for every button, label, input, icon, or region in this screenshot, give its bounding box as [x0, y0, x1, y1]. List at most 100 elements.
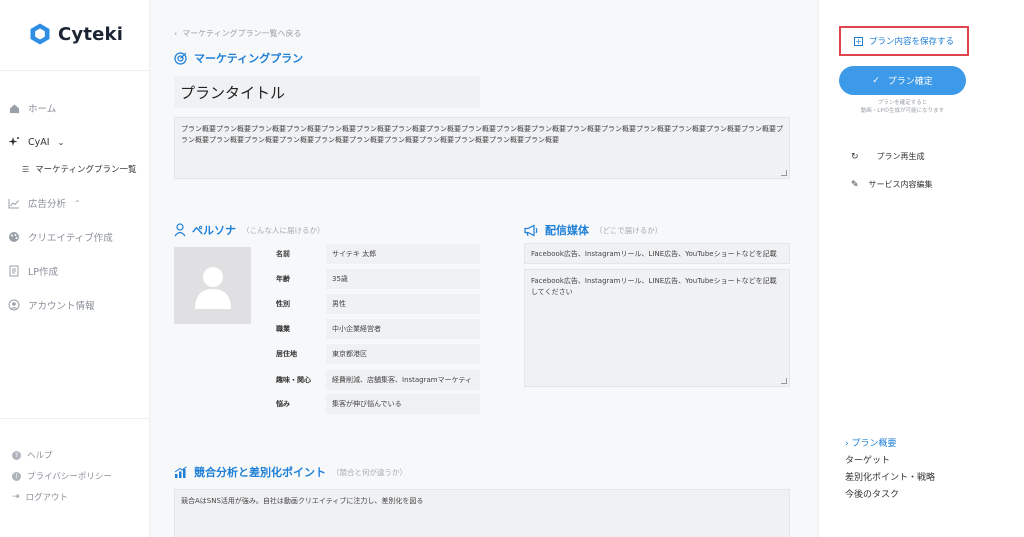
toc-item-target[interactable]: ターゲット — [845, 453, 961, 470]
competition-textarea[interactable]: 競合AはSNS活用が強み。自社は動画クリエイティブに注力し、差別化を図る — [174, 489, 790, 537]
divider — [0, 418, 150, 419]
persona-label: 悩み — [276, 400, 290, 408]
persona-row: 居住地 東京都港区 — [274, 344, 480, 364]
nav-cyai-label: CyAI — [28, 136, 50, 148]
nav-creative-label: クリエイティブ作成 — [28, 233, 113, 244]
edit-service-button[interactable]: ✎ サービス内容編集 — [851, 179, 933, 190]
save-plan-label: プラン内容を保存する — [868, 37, 954, 47]
brand-logo[interactable]: Cyteki — [28, 22, 123, 46]
competition-title: 競合分析と差別化ポイント — [194, 466, 326, 479]
toc-item-differentiation[interactable]: 差別化ポイント・戦略 — [845, 470, 961, 487]
persona-gender-field[interactable]: 男性 — [326, 294, 480, 314]
toc-item-plan-summary[interactable]: › プラン概要 — [845, 436, 961, 453]
nav-cyai[interactable]: CyAI ⌄ — [8, 136, 64, 148]
persona-row: 職業 中小企業経営者 — [274, 319, 480, 339]
media-heading: 配信媒体 （どこで届けるか） — [524, 222, 662, 238]
footer-help-label: ヘルプ — [27, 451, 53, 461]
person-icon — [174, 223, 186, 237]
plan-summary-textarea[interactable]: プラン概要プラン概要プラン概要プラン概要プラン概要プラン概要プラン概要プラン概要… — [174, 117, 790, 179]
footer-help[interactable]: ? ヘルプ — [12, 449, 53, 461]
media-subtitle: （どこで届けるか） — [595, 225, 663, 235]
media-textarea-text: Facebook広告、Instagramリール、LINE広告、YouTubeショ… — [531, 277, 777, 296]
nav-ad-analysis-label: 広告分析 — [28, 199, 67, 210]
competition-subtitle: （競合と何が違うか） — [332, 467, 407, 477]
toc-item-future-tasks[interactable]: 今後のタスク — [845, 487, 961, 504]
nav-creative[interactable]: クリエイティブ作成 — [8, 230, 113, 244]
user-icon — [8, 299, 20, 311]
media-title: 配信媒体 — [545, 224, 589, 237]
avatar-placeholder-icon — [194, 266, 231, 309]
plan-summary-text: プラン概要プラン概要プラン概要プラン概要プラン概要プラン概要プラン概要プラン概要… — [181, 125, 783, 144]
marketing-plan-title: マーケティングプラン — [194, 52, 304, 65]
persona-label: 趣味・関心 — [276, 376, 311, 384]
document-icon — [8, 265, 20, 277]
persona-title: ペルソナ — [192, 224, 236, 237]
list-icon: ☰ — [22, 164, 30, 174]
competition-text: 競合AはSNS活用が強み。自社は動画クリエイティブに注力し、差別化を図る — [181, 497, 424, 505]
divider — [0, 70, 150, 71]
back-link[interactable]: ‹ マーケティングプラン一覧へ戻る — [174, 28, 302, 39]
chevron-up-icon: ⌃ — [74, 198, 81, 208]
confirm-plan-button[interactable]: ✓ プラン確定 — [839, 66, 966, 95]
save-plus-icon: + — [853, 36, 863, 46]
media-input[interactable]: Facebook広告、Instagramリール、LINE広告、YouTubeショ… — [524, 243, 790, 264]
nav-home-label: ホーム — [28, 104, 57, 115]
back-link-label: マーケティングプラン一覧へ戻る — [182, 29, 302, 38]
main-content: ‹ マーケティングプラン一覧へ戻る マーケティングプラン プランタイトル プラン… — [150, 0, 818, 537]
logo-mark-icon — [30, 23, 50, 45]
persona-label: 名前 — [276, 250, 290, 258]
confirm-note-line: 動画・LPの生成が可能になります — [860, 108, 945, 115]
save-plan-button[interactable]: + プラン内容を保存する — [839, 26, 969, 56]
toc-item-label: プラン概要 — [851, 439, 897, 449]
persona-pain-field[interactable]: 集客が伸び悩んでいる — [326, 394, 480, 414]
nav-account[interactable]: アカウント情報 — [8, 298, 95, 312]
persona-label: 年齢 — [276, 275, 290, 283]
footer-logout[interactable]: ⇥ ログアウト — [12, 491, 68, 503]
persona-label: 職業 — [276, 325, 290, 333]
nav-ad-analysis[interactable]: 広告分析 ⌃ — [8, 196, 81, 210]
sidebar: Cyteki ホーム CyAI ⌄ ☰ マーケティングプラン一覧 広告分析 ⌃ … — [0, 0, 150, 537]
nav-lp[interactable]: LP作成 — [8, 264, 58, 278]
brand-name: Cyteki — [58, 23, 124, 45]
sparkle-icon — [8, 136, 20, 148]
megaphone-icon — [524, 224, 538, 236]
media-textarea[interactable]: Facebook広告、Instagramリール、LINE広告、YouTubeショ… — [524, 269, 790, 387]
home-icon — [8, 102, 20, 114]
marketing-plan-heading: マーケティングプラン — [174, 50, 303, 66]
chevron-left-icon: ‹ — [174, 29, 178, 38]
resize-handle[interactable] — [781, 170, 787, 176]
persona-residence-field[interactable]: 東京都港区 — [326, 344, 480, 364]
nav-marketing-plan-list[interactable]: ☰ マーケティングプラン一覧 — [22, 163, 137, 176]
footer-logout-label: ログアウト — [25, 493, 69, 503]
footer-privacy-label: プライバシーポリシー — [27, 472, 112, 482]
regenerate-plan-button[interactable]: ↻ プラン再生成 — [851, 151, 925, 162]
edit-service-label: サービス内容編集 — [868, 180, 933, 189]
persona-heading: ペルソナ （こんな人に届けるか） — [174, 222, 325, 238]
right-panel: + プラン内容を保存する ✓ プラン確定 プランを確定すると 動画・LPの生成が… — [818, 0, 1024, 537]
persona-occupation-field[interactable]: 中小企業経営者 — [326, 319, 480, 339]
edit-icon: ✎ — [851, 179, 859, 190]
resize-handle[interactable] — [781, 378, 787, 384]
persona-row: 性別 男性 — [274, 294, 480, 314]
persona-avatar[interactable] — [174, 247, 251, 324]
persona-name-field[interactable]: サイテキ 太郎 — [326, 244, 480, 264]
confirm-plan-label: プラン確定 — [887, 77, 933, 87]
confirm-note: プランを確定すると 動画・LPの生成が可能になります — [839, 99, 966, 116]
chevron-down-icon: ⌄ — [57, 137, 65, 147]
help-icon: ? — [12, 450, 21, 460]
persona-age-field[interactable]: 35歳 — [326, 269, 480, 289]
logout-icon: ⇥ — [12, 492, 20, 502]
persona-row: 悩み 集客が伸び悩んでいる — [274, 394, 480, 414]
chart-icon — [8, 197, 20, 209]
plan-title-input[interactable]: プランタイトル — [174, 76, 480, 108]
persona-row: 趣味・関心 経費削減、店舗集客、Instagramマーケティ — [274, 370, 480, 390]
persona-interests-field[interactable]: 経費削減、店舗集客、Instagramマーケティ — [326, 370, 480, 390]
refresh-icon: ↻ — [851, 151, 859, 162]
palette-icon — [8, 231, 20, 243]
shield-icon: ! — [12, 471, 21, 481]
nav-home[interactable]: ホーム — [8, 101, 56, 115]
footer-privacy[interactable]: ! プライバシーポリシー — [12, 470, 112, 482]
persona-label: 性別 — [276, 300, 290, 308]
target-icon — [174, 52, 187, 65]
persona-subtitle: （こんな人に届けるか） — [242, 225, 325, 235]
